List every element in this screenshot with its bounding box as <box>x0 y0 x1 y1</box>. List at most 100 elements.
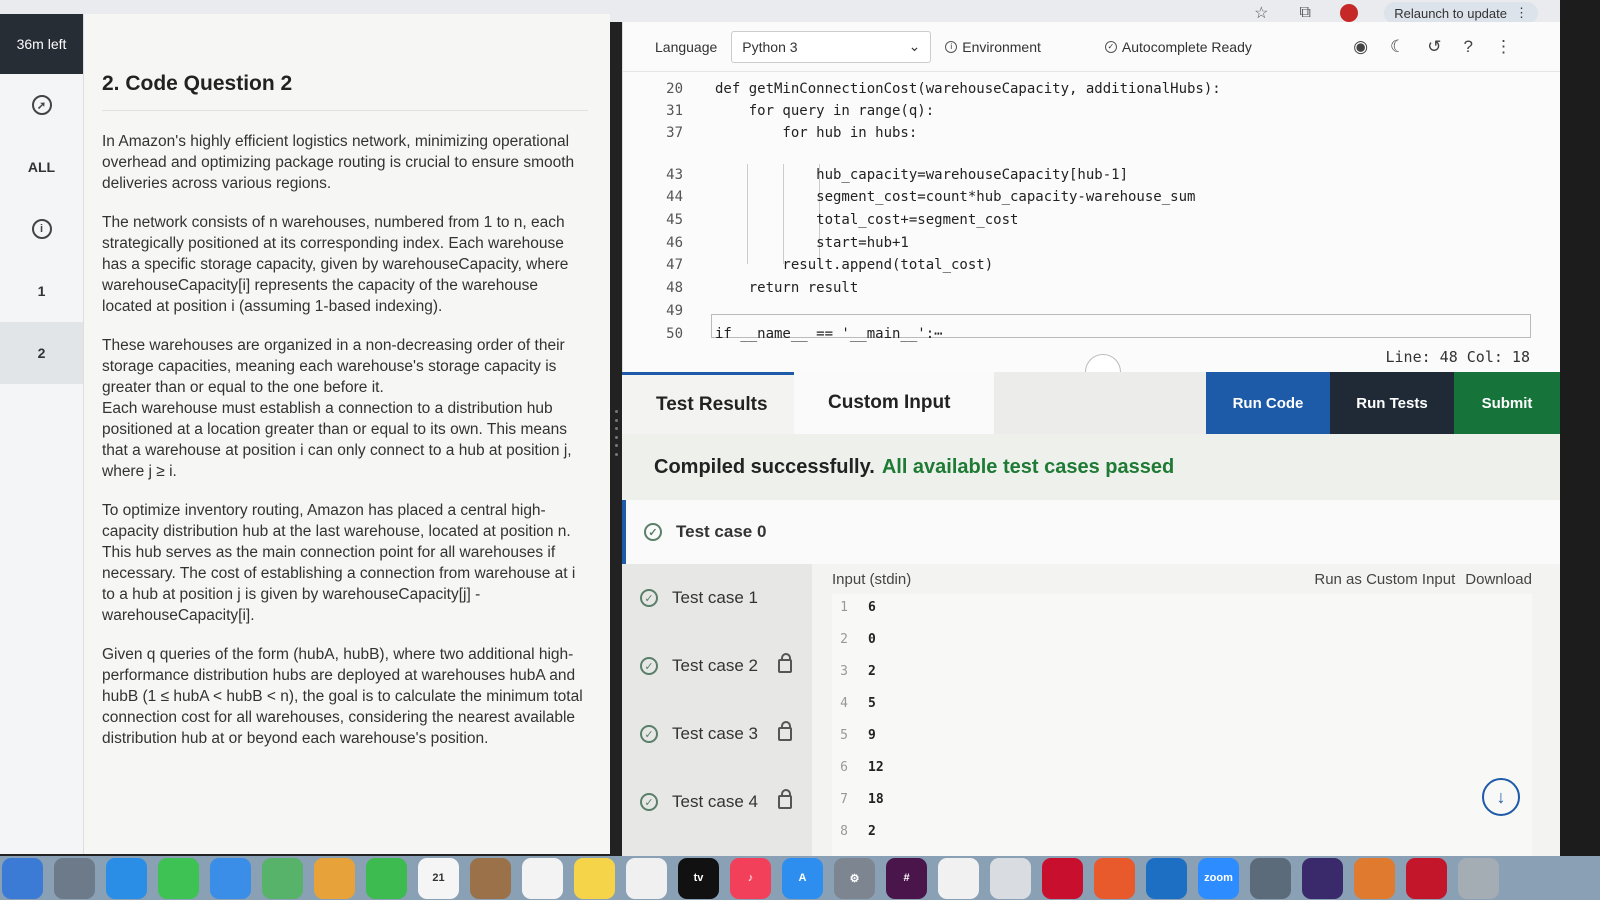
relaunch-label: Relaunch to update <box>1394 5 1507 21</box>
environment-button[interactable]: i Environment <box>945 39 1041 55</box>
pill-app-icon[interactable] <box>1406 857 1447 899</box>
line-number: 45 <box>666 212 683 228</box>
test-case-item[interactable]: ✓ Test case 1 <box>622 564 812 632</box>
music-icon[interactable]: ♪ <box>730 857 771 899</box>
profile-avatar[interactable] <box>1340 4 1359 22</box>
download-link[interactable]: Download <box>1465 571 1532 588</box>
code-line[interactable]: 37 for hub in hubs: <box>623 122 1560 144</box>
tiger-app-icon[interactable] <box>1354 857 1395 899</box>
tab-test-results[interactable]: Test Results <box>622 372 794 434</box>
vscode-icon[interactable] <box>1146 857 1187 899</box>
reminders-icon[interactable] <box>522 857 563 899</box>
reset-icon[interactable]: ↺ <box>1427 37 1441 57</box>
code-line[interactable]: 45 total_cost+=segment_cost <box>623 209 1560 231</box>
line-number: 50 <box>666 326 683 342</box>
extensions-icon[interactable]: ⧉ <box>1296 4 1314 22</box>
code-text: hub_capacity=warehouseCapacity[hub-1] <box>715 167 1129 183</box>
language-select[interactable]: Python 3 ⌄ <box>731 30 932 63</box>
test-case-item[interactable]: ✓ Test case 0 <box>622 500 1562 564</box>
purple-app-icon[interactable] <box>1302 857 1343 899</box>
notes-icon[interactable] <box>574 857 615 899</box>
safari-icon[interactable] <box>106 857 147 899</box>
run-code-button[interactable]: Run Code <box>1206 372 1330 434</box>
test-case-item[interactable]: ✓ Test case 4 <box>622 768 812 836</box>
line-number: 48 <box>666 280 683 296</box>
app-store-icon[interactable]: A <box>782 857 823 899</box>
system-settings-icon[interactable]: ⚙ <box>834 857 875 899</box>
test-case-item[interactable]: ✓ Test case 3 <box>622 700 812 768</box>
slack-icon[interactable]: # <box>886 857 927 899</box>
photos-icon[interactable] <box>314 857 355 899</box>
line-number: 49 <box>666 303 683 319</box>
code-line[interactable]: 49 <box>623 300 1560 322</box>
code-line[interactable]: 48 return result <box>623 277 1560 299</box>
nav-item-question-2[interactable]: 2 <box>0 322 83 384</box>
pane-splitter-handle[interactable] <box>610 410 622 456</box>
test-case-label: Test case 0 <box>676 522 767 541</box>
stdin-line: 6 12 <box>832 760 883 775</box>
maps-icon[interactable] <box>262 857 303 899</box>
tab-custom-input[interactable]: Custom Input <box>794 372 994 434</box>
help-icon[interactable]: ? <box>1464 37 1473 57</box>
trash-icon[interactable] <box>1458 857 1499 899</box>
autocomplete-status[interactable]: ✓ Autocomplete Ready <box>1104 39 1252 55</box>
info-nav-button[interactable]: i <box>0 198 83 260</box>
lock-icon <box>778 789 792 809</box>
more-options-icon[interactable]: ⋮ <box>1495 37 1512 57</box>
contacts-icon[interactable] <box>470 857 511 899</box>
code-text: for query in range(q): <box>715 103 935 119</box>
kebab-menu-icon: ⋮ <box>1515 5 1528 20</box>
relaunch-button[interactable]: Relaunch to update ⋮ <box>1384 2 1538 24</box>
scroll-down-icon[interactable]: ↓ <box>1482 778 1520 816</box>
code-line[interactable]: 46 start=hub+1 <box>623 232 1560 254</box>
info-icon: i <box>31 219 52 239</box>
editor-toolbar: Language Python 3 ⌄ i Environment ✓ Auto… <box>623 22 1560 72</box>
line-number: 44 <box>666 189 683 205</box>
oracle-icon[interactable] <box>1042 857 1083 899</box>
finder-icon[interactable] <box>2 857 43 899</box>
chevron-down-icon: ⌄ <box>908 38 921 54</box>
screen-app-icon[interactable] <box>1250 857 1291 899</box>
stdin-value: 0 <box>868 632 876 647</box>
apple-tv-icon[interactable]: tv <box>678 857 719 899</box>
problem-paragraph: In Amazon's highly efficient logistics n… <box>102 133 575 192</box>
nav-item-all[interactable]: ALL <box>0 136 83 198</box>
check-circle-icon: ✓ <box>640 657 658 675</box>
star-icon[interactable]: ☆ <box>1252 4 1270 22</box>
code-line[interactable]: 20 def getMinConnectionCost(warehouseCapa… <box>623 78 1560 100</box>
submit-button[interactable]: Submit <box>1454 372 1560 434</box>
freeform-icon[interactable] <box>626 857 667 899</box>
run-as-custom-input-link[interactable]: Run as Custom Input <box>1314 571 1455 588</box>
compiled-message: Compiled successfully. <box>654 455 875 478</box>
pen-app-icon[interactable] <box>1094 857 1135 899</box>
lock-icon <box>778 653 792 673</box>
test-case-item[interactable]: ✓ Test case 2 <box>622 632 812 700</box>
run-tests-button[interactable]: Run Tests <box>1330 372 1454 434</box>
zoom-icon[interactable]: zoom <box>1198 857 1239 899</box>
facetime-icon[interactable] <box>366 857 407 899</box>
stdin-value: 9 <box>868 728 876 743</box>
theme-moon-icon[interactable]: ☾ <box>1390 37 1405 57</box>
test-case-label: Test case 3 <box>672 724 758 743</box>
calendar-icon[interactable]: 21 <box>418 857 459 899</box>
question-nav: 36m left ➚ ALL i 1 2 <box>0 14 84 854</box>
code-area[interactable]: Line: 48 Col: 18 20 def getMinConnectionC… <box>623 72 1560 372</box>
launchpad-icon[interactable] <box>54 857 95 899</box>
lock-icon <box>778 721 792 741</box>
code-line[interactable]: 50 if __name__ == '__main__':⋯ <box>623 323 1560 345</box>
stdin-line-number: 3 <box>840 664 848 679</box>
code-line[interactable]: 47 result.append(total_cost) <box>623 254 1560 276</box>
mail-icon[interactable] <box>210 857 251 899</box>
code-line[interactable]: 43 hub_capacity=warehouseCapacity[hub-1] <box>623 164 1560 186</box>
stdin-line: 82 <box>832 824 876 839</box>
eye-icon[interactable]: ◉ <box>1353 37 1368 57</box>
compass-nav-button[interactable]: ➚ <box>0 74 83 136</box>
nav-item-question-1[interactable]: 1 <box>0 260 83 322</box>
code-line[interactable]: 31 for query in range(q): <box>623 100 1560 122</box>
code-line[interactable]: 44 segment_cost=count*hub_capacity-wareh… <box>623 186 1560 208</box>
problem-paragraph: Given q queries of the form (hubA, hubB)… <box>102 646 583 747</box>
chatgpt-icon[interactable] <box>990 857 1031 899</box>
messages-icon[interactable] <box>158 857 199 899</box>
stdin-line-number: 2 <box>840 632 848 647</box>
chrome-icon[interactable] <box>938 857 979 899</box>
